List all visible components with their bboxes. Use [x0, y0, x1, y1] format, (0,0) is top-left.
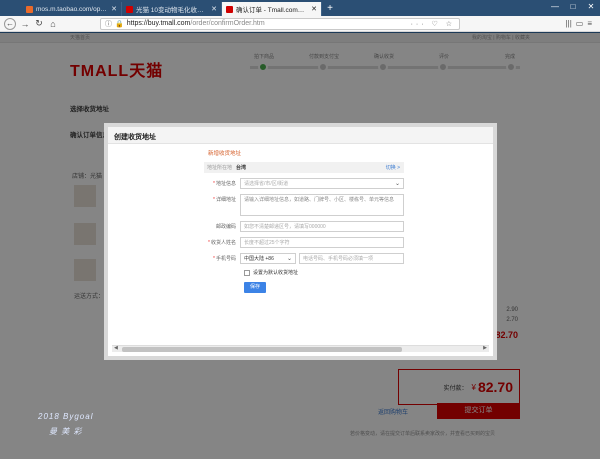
browser-tab-1[interactable]: mos.m.taobao.com/optimus/... ✕	[22, 2, 122, 16]
watermark: 2018 Bygoal 曼 美 彩	[38, 409, 93, 439]
tmall-favicon-icon	[226, 5, 233, 13]
reload-icon[interactable]: ↻	[32, 17, 46, 31]
region-value: 台湾	[236, 165, 247, 171]
browser-tab-bar: mos.m.taobao.com/optimus/... ✕ 光猫 10变动物毛…	[0, 0, 600, 16]
required-mark: *	[213, 256, 215, 262]
chevron-down-icon: ⌄	[394, 181, 400, 187]
tab-label: 确认订单 - Tmall.com天猫-理...	[236, 7, 308, 14]
page-actions-icon[interactable]: ··· ♡ ☆	[411, 20, 455, 28]
lock-icon: 🔒	[115, 20, 124, 28]
maximize-button[interactable]: □	[564, 0, 582, 14]
default-address-label[interactable]: 设置为默认收货地址	[253, 269, 298, 276]
required-mark: *	[213, 181, 215, 187]
close-tab-icon[interactable]: ✕	[211, 5, 217, 13]
form-legend: 新增收货地址	[208, 151, 242, 157]
close-tab-icon[interactable]: ✕	[111, 5, 117, 13]
zip-row: 邮政编码 如您不清楚邮递区号，请填写000000	[208, 221, 404, 232]
chevron-down-icon: ⌄	[286, 256, 292, 262]
browser-nav-bar: ← → ↻ ⌂ ⓘ 🔒 https://buy.tmall.com /order…	[0, 16, 600, 32]
zip-input[interactable]: 如您不清楚邮递区号，请填写000000	[240, 221, 404, 232]
detail-address-textarea[interactable]: 请输入详细地址信息，如道路、门牌号、小区、楼栋号、单元等信息	[240, 194, 404, 216]
phone-row: *手机号码 中国大陆 +86 ⌄ 电话号码、手机号码必须填一项	[208, 253, 404, 264]
tmall-favicon-icon	[126, 5, 133, 13]
detail-label: 详细地址	[215, 197, 236, 203]
horizontal-scrollbar[interactable]: ◀ ▶	[112, 345, 489, 352]
new-tab-button[interactable]: +	[322, 2, 338, 16]
default-address-checkbox[interactable]	[244, 269, 250, 276]
back-arrow-icon[interactable]: ←	[4, 17, 16, 30]
region-row: 地址所在地 台湾 切换 >	[204, 162, 404, 173]
region-label: 地址所在地	[206, 165, 232, 171]
phone-input[interactable]: 电话号码、手机号码必须填一项	[299, 253, 404, 264]
recipient-name-input[interactable]: 长度不超过25个字符	[240, 237, 404, 248]
region-selector: 地址所在地 台湾 切换 >	[204, 162, 404, 173]
tab-label: mos.m.taobao.com/optimus/...	[36, 5, 108, 13]
create-address-dialog: 创建收货地址 新增收货地址 地址所在地 台湾 切换 > *地址信息 请选择省/市…	[104, 123, 497, 360]
close-window-button[interactable]: ✕	[582, 0, 600, 14]
sidebar-icon[interactable]: ▭	[576, 19, 584, 28]
zip-label: 邮政编码	[215, 224, 236, 230]
name-label: 收货人姓名	[210, 240, 236, 246]
address-label: 地址信息	[215, 181, 236, 187]
forward-arrow-icon[interactable]: →	[18, 17, 32, 31]
home-icon[interactable]: ⌂	[46, 17, 60, 31]
info-icon[interactable]: ⓘ	[105, 19, 112, 29]
address-bar[interactable]: ⓘ 🔒 https://buy.tmall.com /order/confirm…	[100, 17, 460, 30]
browser-tab-2[interactable]: 光猫 10变动物毛化收刷套装 型... ✕	[122, 2, 222, 16]
name-row: *收货人姓名 长度不超过25个字符	[208, 237, 404, 248]
close-tab-icon[interactable]: ✕	[311, 5, 317, 13]
url-host: https://buy.tmall.com	[126, 20, 191, 27]
detail-row: *详细地址 请输入详细地址信息，如道路、门牌号、小区、楼栋号、单元等信息	[208, 194, 404, 216]
dialog-title: 创建收货地址	[108, 127, 493, 144]
required-mark: *	[213, 197, 215, 203]
url-path: /order/confirmOrder.htm	[190, 20, 265, 27]
address-row: *地址信息 请选择省/市/区/街道 ⌄	[208, 178, 404, 189]
country-code-value: 中国大陆 +86	[244, 256, 274, 262]
country-code-select[interactable]: 中国大陆 +86 ⌄	[240, 253, 296, 264]
web-page: 天猫首页 我的淘宝 | 购物车 | 收藏夹 TMALL天猫 拍下商品 付款到支付…	[0, 33, 600, 459]
browser-tab-3-active[interactable]: 确认订单 - Tmall.com天猫-理... ✕	[222, 2, 322, 16]
save-button[interactable]: 保存	[244, 282, 266, 293]
window-controls: — □ ✕	[546, 0, 600, 14]
tab-label: 光猫 10变动物毛化收刷套装 型...	[136, 7, 208, 14]
menu-icon[interactable]: ≡	[587, 19, 592, 28]
toolbar-right: ||| ▭ ≡	[566, 19, 596, 28]
taobao-favicon-icon	[26, 5, 33, 13]
phone-label: 手机号码	[215, 256, 236, 262]
address-select[interactable]: 请选择省/市/区/街道 ⌄	[240, 178, 404, 189]
library-icon[interactable]: |||	[566, 19, 572, 28]
watermark-line: 2018 Bygoal	[38, 412, 94, 421]
region-switch-link[interactable]: 切换 >	[386, 164, 400, 171]
scroll-right-icon[interactable]: ▶	[483, 345, 487, 351]
watermark-line: 曼 美 彩	[49, 427, 83, 436]
default-address-row: 设置为默认收货地址	[244, 269, 404, 276]
scrollbar-thumb[interactable]	[122, 347, 402, 352]
dialog-body: 创建收货地址 新增收货地址 地址所在地 台湾 切换 > *地址信息 请选择省/市…	[108, 127, 493, 356]
address-placeholder: 请选择省/市/区/街道	[244, 181, 289, 187]
scroll-left-icon[interactable]: ◀	[114, 345, 118, 351]
required-mark: *	[208, 240, 210, 246]
minimize-button[interactable]: —	[546, 0, 564, 14]
address-form: 新增收货地址 地址所在地 台湾 切换 > *地址信息 请选择省/市/区/街道 ⌄	[204, 149, 404, 293]
